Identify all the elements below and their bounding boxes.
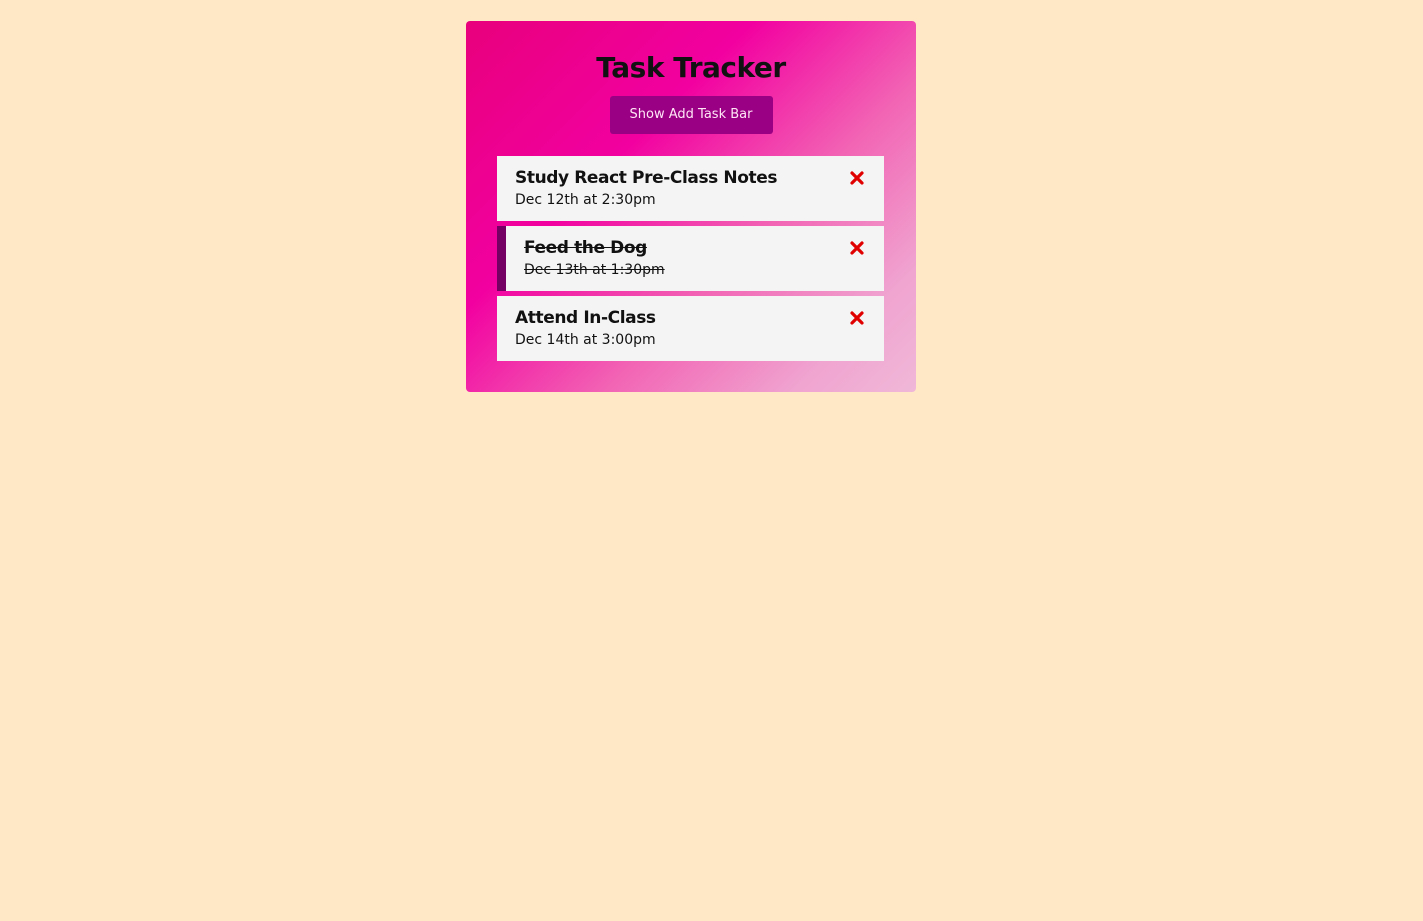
- task-date: Dec 14th at 3:00pm: [515, 332, 656, 348]
- close-icon[interactable]: [848, 239, 866, 257]
- close-icon[interactable]: [848, 309, 866, 327]
- task-tracker-panel: Task Tracker Show Add Task Bar Study Rea…: [466, 21, 916, 392]
- close-icon[interactable]: [848, 169, 866, 187]
- header: Task Tracker Show Add Task Bar: [466, 51, 916, 134]
- task-date: Dec 12th at 2:30pm: [515, 192, 656, 208]
- task-date: Dec 13th at 1:30pm: [524, 262, 665, 278]
- show-add-task-bar-button[interactable]: Show Add Task Bar: [609, 96, 773, 134]
- app-title: Task Tracker: [596, 51, 786, 84]
- task-title: Feed the Dog: [524, 238, 647, 258]
- task-title: Attend In-Class: [515, 308, 656, 328]
- task-list: Study React Pre-Class Notes Dec 12th at …: [497, 156, 884, 366]
- task-item[interactable]: Study React Pre-Class Notes Dec 12th at …: [497, 156, 884, 221]
- task-item[interactable]: Feed the Dog Dec 13th at 1:30pm: [497, 226, 884, 291]
- task-title: Study React Pre-Class Notes: [515, 168, 778, 188]
- task-item[interactable]: Attend In-Class Dec 14th at 3:00pm: [497, 296, 884, 361]
